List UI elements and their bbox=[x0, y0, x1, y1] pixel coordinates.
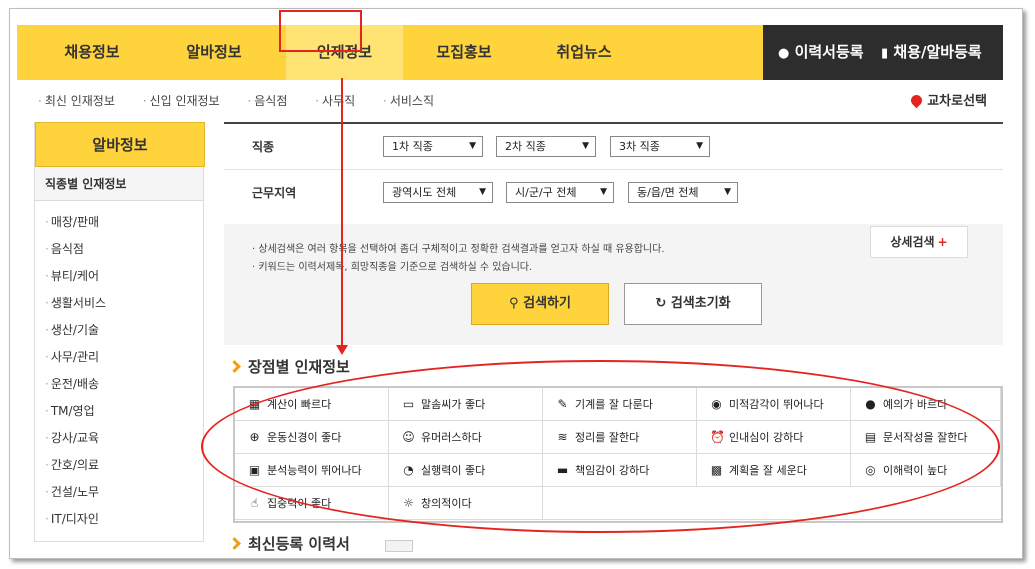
chevron-right-icon bbox=[228, 360, 241, 373]
sidebar-item[interactable]: · IT/디자인 bbox=[35, 506, 203, 533]
search-icon: ⚲ bbox=[509, 296, 519, 311]
sidebar-title[interactable]: 알바정보 bbox=[35, 122, 205, 167]
annotation-oval bbox=[201, 360, 1000, 533]
subnav-item[interactable]: · 신입 인재정보 bbox=[143, 94, 232, 108]
sidebar-item[interactable]: · 사무/관리 bbox=[35, 344, 203, 371]
region-select-3[interactable]: 동/읍/면 전체 ▼ bbox=[628, 182, 738, 203]
user-icon: ● bbox=[778, 46, 790, 61]
location-label: 교차로선택 bbox=[927, 94, 987, 109]
caret-down-icon: ▼ bbox=[600, 187, 607, 197]
detail-search-button[interactable]: 상세검색 + bbox=[870, 226, 968, 258]
map-pin-icon bbox=[908, 92, 925, 109]
sidebar-item[interactable]: · 운전/배송 bbox=[35, 371, 203, 398]
sidebar-subtitle: 직종별 인재정보 bbox=[35, 167, 203, 201]
sidebar-item[interactable]: · 뷰티/케어 bbox=[35, 263, 203, 290]
nav-parttime[interactable]: 알바정보 bbox=[169, 25, 259, 80]
sidebar-item[interactable]: · 건설/노무 bbox=[35, 479, 203, 506]
resume-register-label: 이력서등록 bbox=[794, 43, 864, 61]
caret-down-icon: ▼ bbox=[724, 187, 731, 197]
sidebar-item[interactable]: · 강사/교육 bbox=[35, 425, 203, 452]
job-select-2[interactable]: 2차 직종 ▼ bbox=[496, 136, 596, 157]
job-label: 직종 bbox=[252, 140, 275, 154]
job-select-1[interactable]: 1차 직종 ▼ bbox=[383, 136, 483, 157]
refresh-icon: ↻ bbox=[655, 296, 667, 311]
sidebar: 알바정보 직종별 인재정보 · 매장/판매 · 음식점 · 뷰티/케어 · 생활서비스 … bbox=[34, 122, 205, 542]
region-label: 근무지역 bbox=[252, 186, 297, 200]
region-select-2[interactable]: 시/군/구 전체 ▼ bbox=[506, 182, 614, 203]
strengths-title: 장점별 인재정보 bbox=[228, 356, 350, 377]
pager-control[interactable] bbox=[385, 540, 413, 552]
caret-down-icon: ▼ bbox=[469, 141, 476, 151]
sidebar-item[interactable]: · 생활서비스 bbox=[35, 290, 203, 317]
info-line: · 상세검색은 여러 항목을 선택하여 좀더 구체적이고 정확한 검색결과를 얻… bbox=[252, 244, 665, 255]
thumbs-up-icon: ☝ bbox=[250, 496, 259, 510]
subnav-item[interactable]: · 서비스직 bbox=[383, 94, 446, 108]
sidebar-item[interactable]: · 음식점 bbox=[35, 236, 203, 263]
annotation-arrow-head bbox=[336, 345, 348, 355]
region-select-1[interactable]: 광역시도 전체 ▼ bbox=[383, 182, 493, 203]
plus-icon: + bbox=[937, 235, 948, 249]
sidebar-item[interactable]: · 간호/의료 bbox=[35, 452, 203, 479]
file-icon: ▮ bbox=[881, 46, 889, 61]
highlight-box bbox=[279, 10, 362, 52]
reset-button[interactable]: ↻ 검색초기화 bbox=[624, 283, 762, 325]
sidebar-item[interactable]: · 매장/판매 bbox=[35, 209, 203, 236]
main-nav: 채용정보 알바정보 인재정보 모집홍보 취업뉴스 ● 이력서등록 ▮ 채용/알바… bbox=[17, 25, 1003, 80]
nav-news[interactable]: 취업뉴스 bbox=[539, 25, 629, 80]
job-register-label: 채용/알바등록 bbox=[893, 43, 982, 61]
sidebar-item[interactable]: · 생산/기술 bbox=[35, 317, 203, 344]
resume-register-button[interactable]: ● 이력서등록 bbox=[778, 25, 864, 81]
annotation-arrow bbox=[341, 78, 343, 350]
subnav-item[interactable]: · 음식점 bbox=[247, 94, 299, 108]
nav-promo[interactable]: 모집홍보 bbox=[419, 25, 509, 80]
search-button[interactable]: ⚲ 검색하기 bbox=[471, 283, 609, 325]
caret-down-icon: ▼ bbox=[582, 141, 589, 151]
nav-recruit[interactable]: 채용정보 bbox=[47, 25, 137, 80]
register-buttons: ● 이력서등록 ▮ 채용/알바등록 bbox=[763, 25, 1003, 80]
job-register-button[interactable]: ▮ 채용/알바등록 bbox=[881, 25, 982, 81]
sub-nav: · 최신 인재정보 · 신입 인재정보 · 음식점 · 사무직 · 서비스직 bbox=[38, 92, 458, 109]
latest-resumes-title: 최신등록 이력서 bbox=[228, 533, 350, 554]
chevron-right-icon bbox=[228, 537, 241, 550]
info-line: · 키워드는 이력서제목, 희망직종을 기준으로 검색하실 수 있습니다. bbox=[252, 262, 533, 273]
caret-down-icon: ▼ bbox=[696, 141, 703, 151]
job-select-3[interactable]: 3차 직종 ▼ bbox=[610, 136, 710, 157]
subnav-item[interactable]: · 최신 인재정보 bbox=[38, 94, 127, 108]
sidebar-list: · 매장/판매 · 음식점 · 뷰티/케어 · 생활서비스 · 생산/기술 · 사무/관리 … bbox=[35, 201, 203, 533]
sidebar-item[interactable]: · TM/영업 bbox=[35, 398, 203, 425]
caret-down-icon: ▼ bbox=[479, 187, 486, 197]
location-select[interactable]: 교차로선택 bbox=[908, 90, 987, 109]
